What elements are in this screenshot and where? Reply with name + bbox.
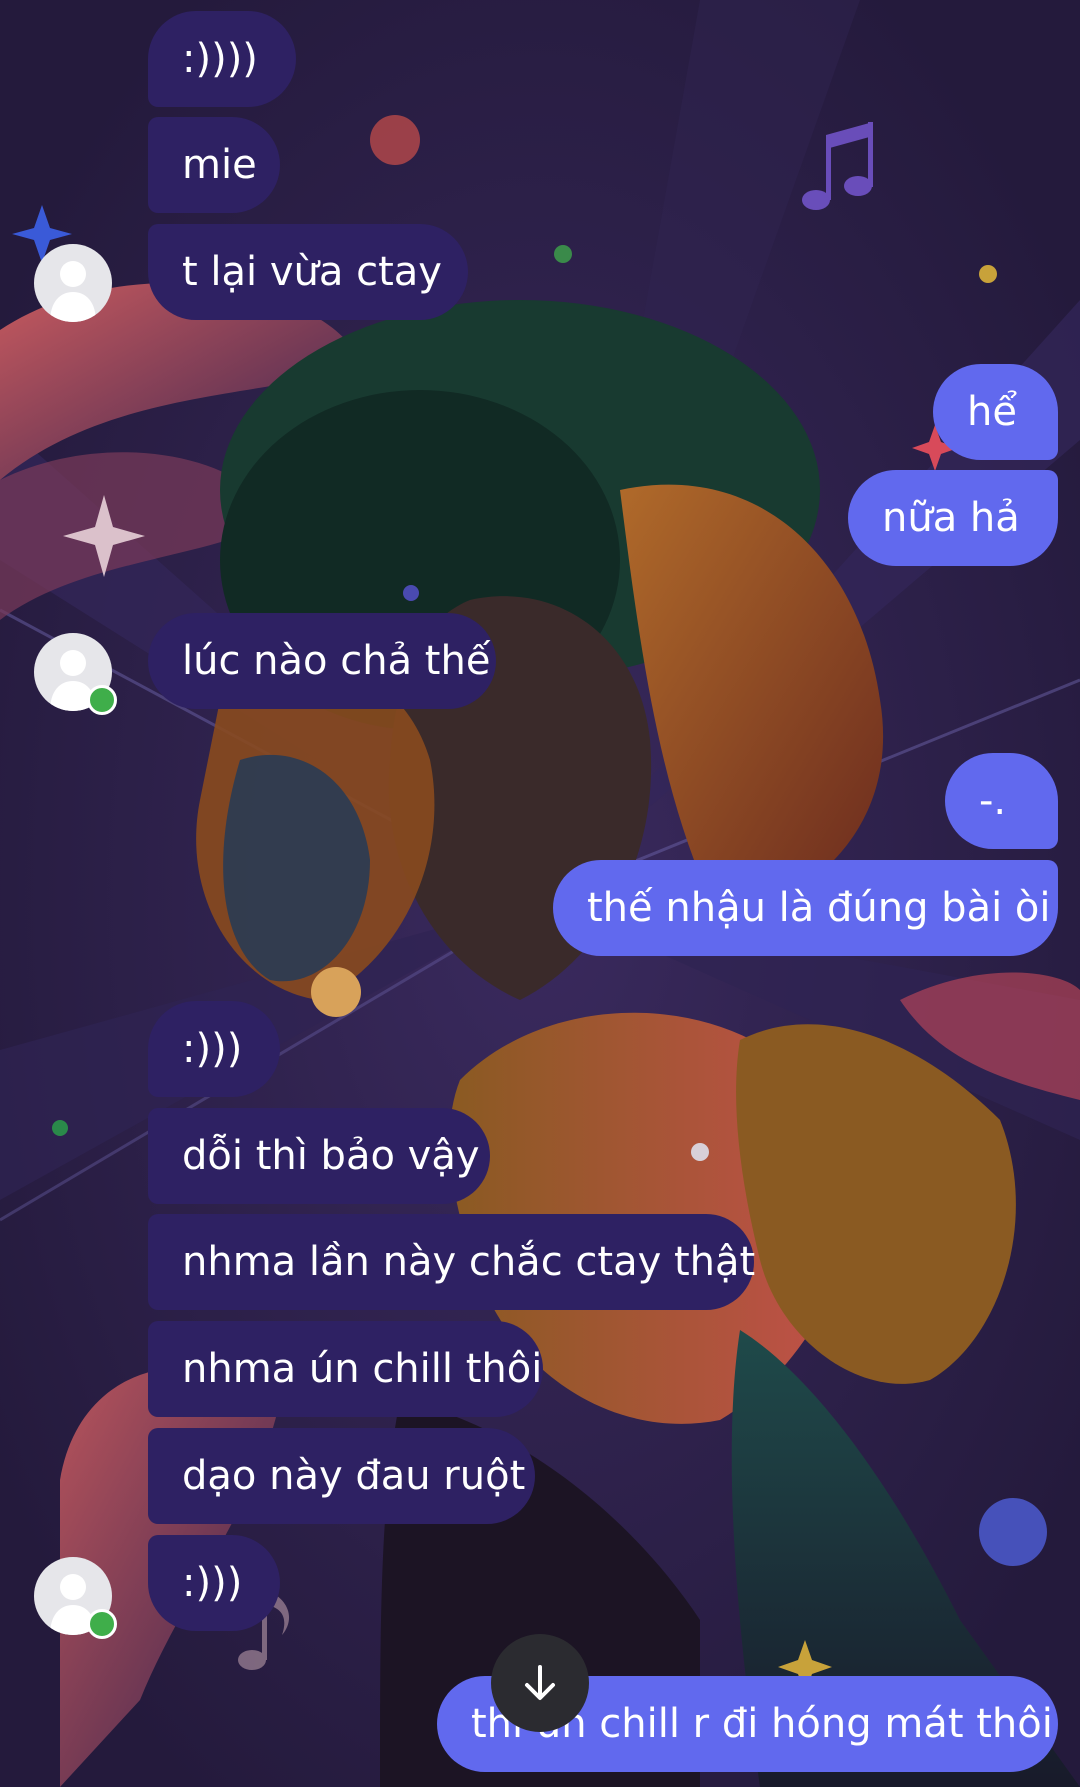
message-bubble-incoming[interactable]: nhma lần này chắc ctay thật [148,1214,755,1310]
message-bubble-incoming[interactable]: dỗi thì bảo vậy [148,1108,490,1204]
message-bubble-incoming[interactable]: dạo này đau ruột [148,1428,535,1524]
sender-avatar[interactable] [34,244,112,322]
message-bubble-incoming[interactable]: nhma ún chill thôi [148,1321,543,1417]
message-bubble-outgoing[interactable]: thế nhậu là đúng bài òi [553,860,1058,956]
default-user-avatar-icon [50,261,96,322]
arrow-down-icon [525,1665,555,1700]
message-bubble-incoming[interactable]: :)))) [148,11,296,107]
message-bubble-incoming[interactable]: lúc nào chả thế [148,613,496,709]
message-bubble-incoming[interactable]: mie [148,117,280,213]
online-status-dot [87,1609,117,1639]
message-bubble-incoming[interactable]: :))) [148,1535,280,1631]
online-status-dot [87,685,117,715]
message-bubble-outgoing[interactable]: nữa hả [848,470,1058,566]
message-bubble-outgoing[interactable]: hể [933,364,1058,460]
scroll-to-bottom-button[interactable] [491,1634,589,1732]
message-bubble-outgoing[interactable]: -. [945,753,1058,849]
chat-message-list[interactable]: :)))) mie t lại vừa ctay hể nữa hả lúc n… [0,0,1080,1787]
message-bubble-incoming[interactable]: t lại vừa ctay [148,224,468,320]
message-bubble-incoming[interactable]: :))) [148,1001,280,1097]
